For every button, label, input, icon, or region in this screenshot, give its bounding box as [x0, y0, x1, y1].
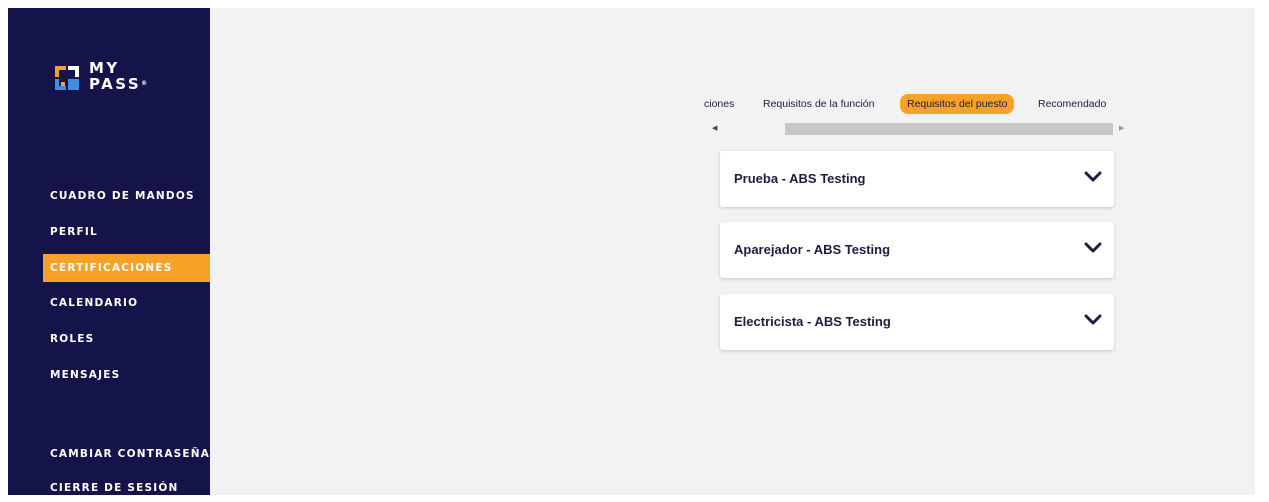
tab-bar: ciones Requisitos de la función Requisit… [704, 94, 1114, 114]
chevron-down-icon[interactable] [1084, 171, 1102, 183]
scroll-right-arrow-icon[interactable]: ▶ [1119, 124, 1124, 134]
sidebar-item-label: CALENDARIO [50, 297, 139, 309]
brand-line2: PASS [89, 75, 142, 93]
tab-recomendado[interactable]: Recomendado [1038, 94, 1106, 114]
sidebar-item-cuadro-de-mandos[interactable]: CUADRO DE MANDOS [43, 182, 219, 210]
sidebar-item-roles[interactable]: ROLES [43, 325, 219, 353]
sidebar-item-calendario[interactable]: CALENDARIO [43, 289, 219, 317]
sidebar-item-label: CAMBIAR CONTRASEÑA [50, 448, 211, 460]
sidebar-item-label: PERFIL [50, 226, 98, 238]
sidebar-item-certificaciones[interactable]: CERTIFICACIONES [43, 254, 219, 282]
brand-line1: MY [89, 59, 120, 77]
mypass-logo-icon [55, 66, 79, 90]
sidebar-item-label: CUADRO DE MANDOS [50, 190, 195, 202]
certification-card-electricista[interactable]: Electricista - ABS Testing [720, 294, 1114, 350]
chevron-down-icon[interactable] [1084, 314, 1102, 326]
sidebar-item-cierre-de-sesion[interactable]: CIERRE DE SESIÓN [43, 474, 219, 502]
certification-card-prueba[interactable]: Prueba - ABS Testing [720, 151, 1114, 207]
brand-wordmark: MY PASS® [89, 60, 147, 92]
sidebar: MY PASS® CUADRO DE MANDOS PERFIL CERTIFI… [8, 8, 219, 495]
sidebar-item-perfil[interactable]: PERFIL [43, 218, 219, 246]
tab-requisitos-de-la-funcion[interactable]: Requisitos de la función [763, 94, 875, 114]
card-title: Aparejador - ABS Testing [734, 242, 891, 257]
scroll-left-arrow-icon[interactable]: ◀ [712, 124, 717, 134]
brand-trademark: ® [141, 80, 148, 87]
tab-certificaciones[interactable]: ciones [704, 94, 734, 114]
card-title: Electricista - ABS Testing [734, 314, 891, 329]
mypass-logo[interactable]: MY PASS® [55, 60, 195, 104]
card-title: Prueba - ABS Testing [734, 171, 866, 186]
main-content: ciones Requisitos de la función Requisit… [210, 8, 1255, 495]
sidebar-item-mensajes[interactable]: MENSAJES [43, 361, 219, 389]
chevron-down-icon[interactable] [1084, 242, 1102, 254]
sidebar-item-label: CERTIFICACIONES [50, 262, 173, 274]
sidebar-item-label: MENSAJES [50, 369, 121, 381]
certification-card-aparejador[interactable]: Aparejador - ABS Testing [720, 222, 1114, 278]
sidebar-item-label: ROLES [50, 333, 95, 345]
sidebar-item-cambiar-contrasena[interactable]: CAMBIAR CONTRASEÑA [43, 440, 219, 468]
tab-requisitos-del-puesto[interactable]: Requisitos del puesto [900, 94, 1015, 114]
sidebar-item-label: CIERRE DE SESIÓN [50, 482, 179, 494]
tab-scrollbar-thumb[interactable] [785, 123, 1113, 135]
